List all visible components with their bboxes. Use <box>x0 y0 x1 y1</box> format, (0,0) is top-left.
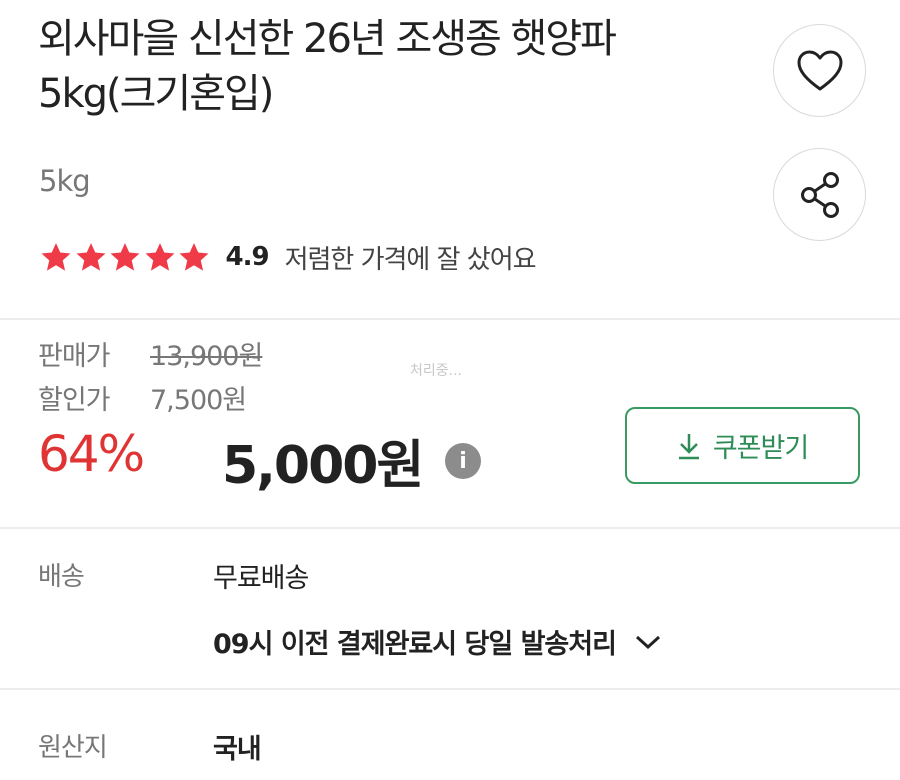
star-icon <box>145 242 174 271</box>
star-icon <box>110 242 140 271</box>
shipping-label: 배송 <box>38 562 85 592</box>
download-icon <box>678 433 699 459</box>
sale-price-label: 판매가 <box>38 341 111 372</box>
star-rating <box>39 241 212 274</box>
chevron-down-icon <box>635 635 660 649</box>
product-title-line1: 외사마을 신선한 26년 조생종 햇양파 <box>38 16 617 62</box>
discount-rate: 64% <box>38 425 145 483</box>
final-price: 5,000원 <box>222 436 424 496</box>
dispatch-text: 09시 이전 결제완료시 당일 발송처리 <box>213 629 617 660</box>
discount-price: 7,500원 <box>150 385 247 416</box>
share-button[interactable] <box>773 148 866 241</box>
wishlist-button[interactable] <box>773 24 866 117</box>
review-snippet: 저렴한 가격에 잘 샀어요 <box>284 244 537 275</box>
processing-text: 처리중... <box>410 363 462 379</box>
section-divider <box>0 318 900 320</box>
product-title-line2: 5kg(크기혼입) <box>38 71 274 117</box>
star-icon <box>76 242 105 271</box>
section-divider <box>0 688 900 690</box>
shipping-value: 무료배송 <box>213 563 309 594</box>
origin-label: 원산지 <box>38 733 108 763</box>
rating-score: 4.9 <box>225 242 270 272</box>
dispatch-toggle[interactable]: 09시 이전 결제완료시 당일 발송처리 <box>213 622 662 661</box>
star-icon <box>179 242 209 271</box>
origin-value: 국내 <box>213 734 262 765</box>
discount-price-label: 할인가 <box>38 385 111 416</box>
section-divider <box>0 527 900 529</box>
info-glyph: i <box>459 448 467 474</box>
product-title: 외사마을 신선한 26년 조생종 햇양파 5kg(크기혼입) <box>38 12 738 122</box>
original-price: 13,900원 <box>150 341 263 372</box>
info-icon[interactable]: i <box>445 443 481 479</box>
product-weight: 5kg <box>39 164 91 198</box>
coupon-label: 쿠폰받기 <box>712 433 809 464</box>
star-icon <box>41 242 71 271</box>
share-icon <box>800 171 839 218</box>
heart-icon <box>797 50 842 90</box>
coupon-button[interactable]: 쿠폰받기 <box>625 407 860 484</box>
rating-summary[interactable]: 4.9 저렴한 가격에 잘 샀어요 <box>39 232 537 282</box>
